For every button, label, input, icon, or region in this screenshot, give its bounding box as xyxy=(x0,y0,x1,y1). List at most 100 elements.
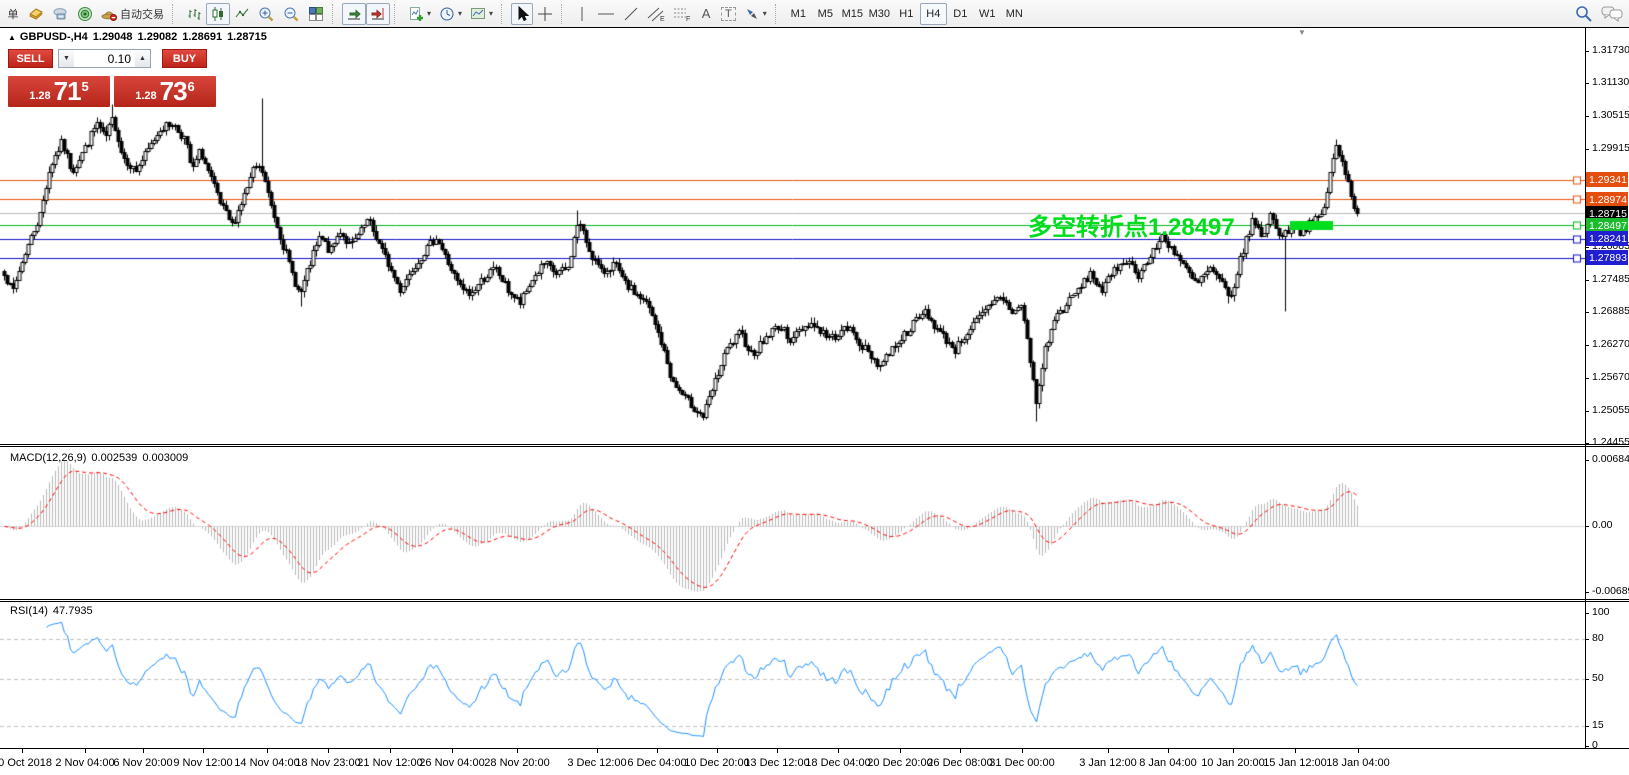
ohlc-low: 1.28691 xyxy=(182,31,222,43)
periods-button[interactable]: ▾ xyxy=(435,3,466,25)
buy-button[interactable]: BUY xyxy=(162,49,207,68)
chart-shift-icon xyxy=(370,6,386,22)
text-label-icon: T xyxy=(721,7,736,21)
text-label-button[interactable]: T xyxy=(717,3,740,25)
axis-tick xyxy=(1585,116,1589,117)
zoom-out-button[interactable] xyxy=(279,3,304,25)
chart-shift-button[interactable] xyxy=(366,3,390,25)
timeframe-m1-button[interactable]: M1 xyxy=(785,3,812,25)
template-icon xyxy=(470,6,486,22)
search-icon[interactable] xyxy=(1575,5,1593,22)
cloud-hosting-icon xyxy=(52,6,69,22)
time-tick xyxy=(597,749,598,753)
axis-tick xyxy=(1585,679,1589,680)
cursor-button[interactable] xyxy=(511,3,533,25)
horizontal-line-button[interactable] xyxy=(593,3,619,25)
ask-price-pip: 6 xyxy=(188,79,195,94)
time-tick xyxy=(1168,749,1169,753)
pane-splitter[interactable] xyxy=(0,599,1629,602)
indicators-button[interactable]: ▾ xyxy=(404,3,435,25)
pane-splitter[interactable] xyxy=(0,444,1629,447)
crosshair-button[interactable] xyxy=(533,3,557,25)
axis-tick-label: 50 xyxy=(1592,672,1604,684)
volume-decrease-button[interactable]: ▼ xyxy=(59,50,74,67)
ohlc-close: 1.28715 xyxy=(227,31,267,43)
time-tick xyxy=(1022,749,1023,753)
auto-scroll-button[interactable] xyxy=(342,3,366,25)
autotrading-button[interactable]: 自动交易 xyxy=(97,3,168,25)
macd-indicator-canvas[interactable] xyxy=(0,447,1585,599)
periods-dropdown-caret[interactable]: ▾ xyxy=(458,9,462,18)
time-tick xyxy=(390,749,391,753)
timeframe-m15-button[interactable]: M15 xyxy=(839,3,866,25)
templates-button[interactable]: ▾ xyxy=(466,3,497,25)
timeframe-h4-button[interactable]: H4 xyxy=(920,3,947,25)
axis-tick-label: 1.25670 xyxy=(1592,371,1629,383)
price-level-badge: 1.28241 xyxy=(1586,231,1628,246)
collapse-panel-icon[interactable]: ▲ xyxy=(8,33,16,42)
cursor-arrow-icon xyxy=(515,6,529,22)
timeframe-h1-button[interactable]: H1 xyxy=(893,3,920,25)
fibonacci-button[interactable]: F xyxy=(669,3,695,25)
sell-button[interactable]: SELL xyxy=(8,49,53,68)
axis-tick-label: 1.31130 xyxy=(1592,76,1629,88)
chat-icon[interactable] xyxy=(1601,5,1623,22)
text-tool-icon: A xyxy=(702,6,711,21)
axis-tick xyxy=(1585,746,1589,747)
time-tick xyxy=(1295,749,1296,753)
axis-tick-label: 15 xyxy=(1592,719,1604,731)
zoom-in-button[interactable] xyxy=(254,3,279,25)
signals-button[interactable] xyxy=(73,3,97,25)
ask-price-main: 73 xyxy=(160,76,187,107)
bars-chart-button[interactable] xyxy=(182,3,206,25)
bid-price-display[interactable]: 1.28 71 5 xyxy=(8,76,110,107)
fibonacci-icon: F xyxy=(673,6,691,22)
templates-dropdown-caret[interactable]: ▾ xyxy=(489,9,493,18)
axis-tick xyxy=(1585,378,1589,379)
candlestick-chart-button[interactable] xyxy=(206,3,230,25)
axis-tick xyxy=(1585,460,1589,461)
price-chart-canvas[interactable] xyxy=(0,28,1585,444)
vertical-line-button[interactable] xyxy=(571,3,593,25)
one-click-trading-panel: SELL ▼ ▲ BUY 1.28 71 5 1.28 73 6 xyxy=(8,49,218,107)
price-level-badge: 1.28974 xyxy=(1586,192,1628,207)
crosshair-icon xyxy=(537,6,553,22)
rsi-indicator-canvas[interactable] xyxy=(0,602,1585,748)
ohlc-high: 1.29082 xyxy=(138,31,178,43)
price-axis: 1.317301.311301.305151.299151.280851.274… xyxy=(1585,28,1629,748)
gold-book-icon-button[interactable] xyxy=(24,3,48,25)
bars-chart-icon xyxy=(186,6,202,22)
bid-price-pip: 5 xyxy=(82,79,89,94)
volume-stepper: ▼ ▲ xyxy=(58,49,151,68)
trendline-button[interactable] xyxy=(619,3,643,25)
new-order-button[interactable]: 单 xyxy=(2,3,24,25)
signal-icon xyxy=(77,6,93,22)
autotrading-label: 自动交易 xyxy=(120,6,164,22)
macd-value: 0.002539 xyxy=(91,452,137,464)
toolbar-separator xyxy=(775,4,782,24)
equidistant-channel-button[interactable]: E xyxy=(643,3,669,25)
tile-windows-button[interactable] xyxy=(304,3,328,25)
volume-increase-button[interactable]: ▲ xyxy=(135,50,150,67)
ask-price-display[interactable]: 1.28 73 6 xyxy=(114,76,216,107)
zoom-in-icon xyxy=(258,6,275,22)
axis-tick xyxy=(1585,639,1589,640)
timeframe-m5-button[interactable]: M5 xyxy=(812,3,839,25)
arrows-dropdown-caret[interactable]: ▾ xyxy=(763,9,767,18)
volume-input[interactable] xyxy=(74,50,135,67)
axis-tick xyxy=(1585,443,1589,444)
timeframe-d1-button[interactable]: D1 xyxy=(947,3,974,25)
toolbar: 单 自动交易 xyxy=(0,0,1629,27)
text-button[interactable]: A xyxy=(695,3,717,25)
axis-tick xyxy=(1585,312,1589,313)
timeframe-mn-button[interactable]: MN xyxy=(1001,3,1028,25)
axis-tick-label: 100 xyxy=(1592,606,1610,618)
virtual-hosting-button[interactable] xyxy=(48,3,73,25)
macd-signal-value: 0.003009 xyxy=(142,452,188,464)
timeframe-m30-button[interactable]: M30 xyxy=(866,3,893,25)
arrows-button[interactable]: ▾ xyxy=(740,3,771,25)
symbol-period-label: GBPUSD-,H4 xyxy=(20,31,88,43)
indicators-dropdown-caret[interactable]: ▾ xyxy=(427,9,431,18)
timeframe-w1-button[interactable]: W1 xyxy=(974,3,1001,25)
line-chart-button[interactable] xyxy=(230,3,254,25)
